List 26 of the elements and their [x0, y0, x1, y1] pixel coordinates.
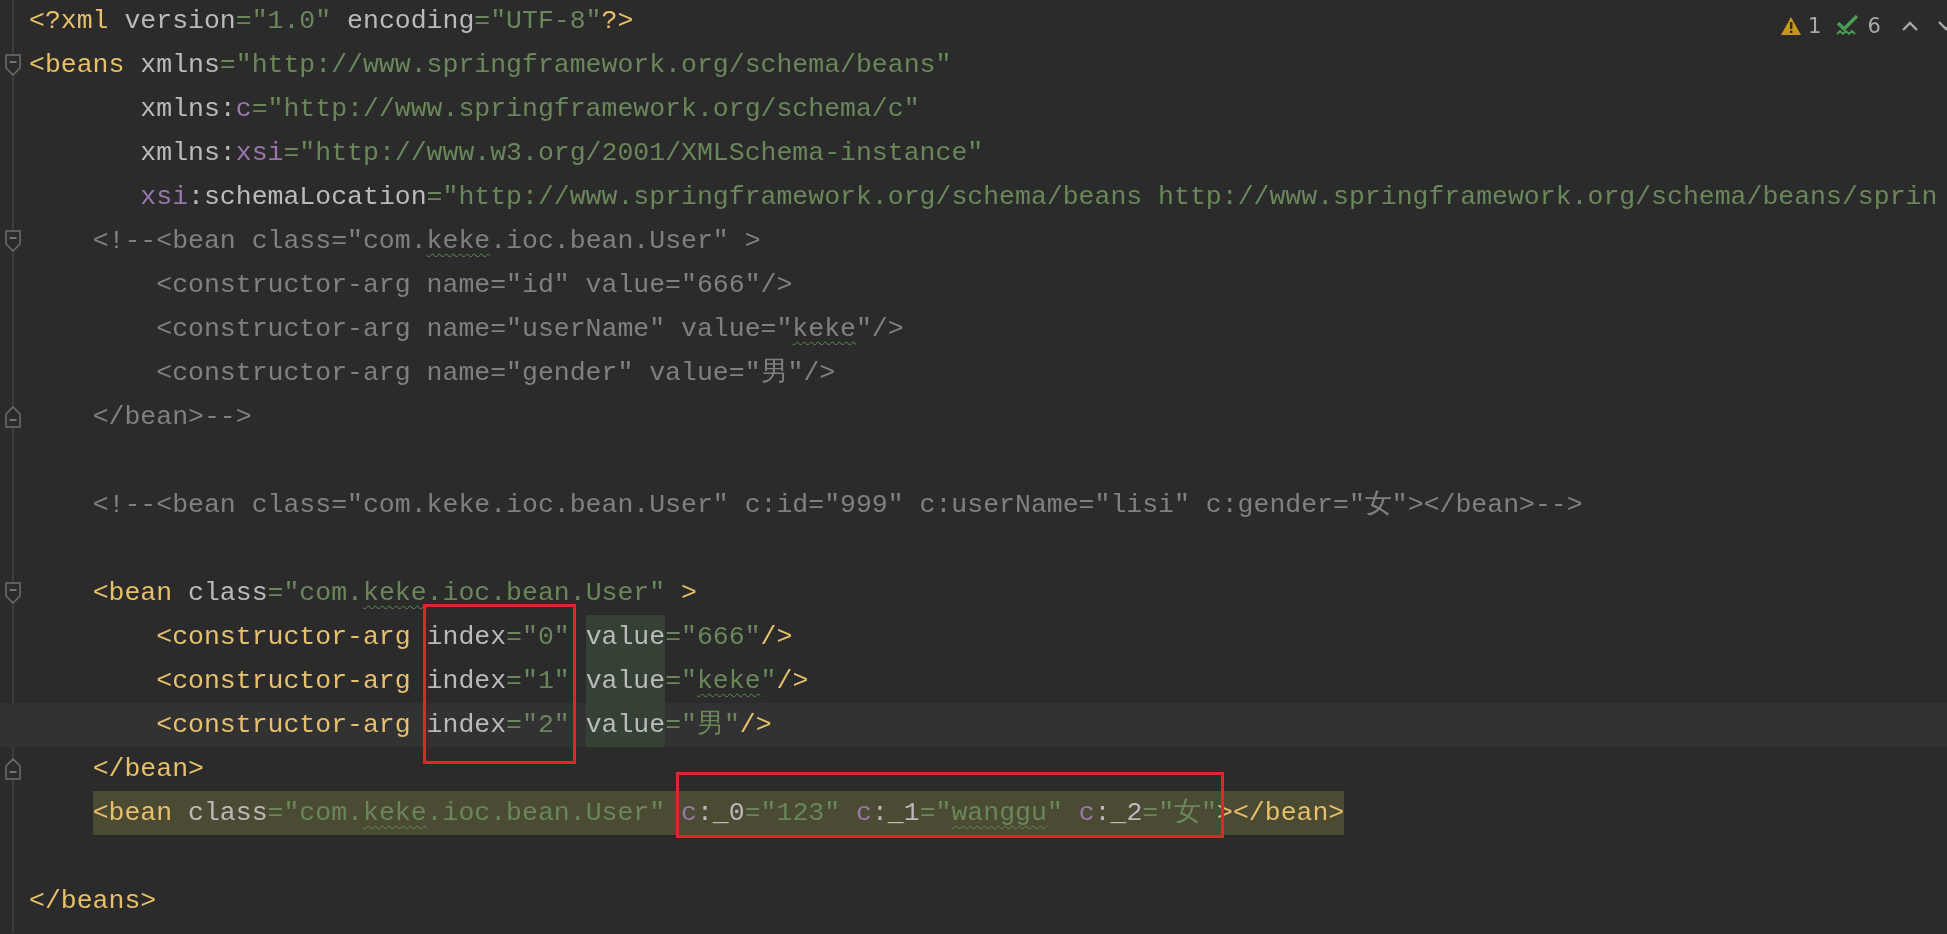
- code-line: </bean>: [92, 753, 204, 786]
- fold-icon[interactable]: [5, 582, 21, 604]
- code-line: <?xml version="1.0" encoding="UTF-8"?>: [29, 5, 634, 38]
- warning-icon[interactable]: [1780, 16, 1802, 36]
- code-line: <constructor-arg name="id" value="666"/>: [156, 269, 793, 302]
- fold-icon[interactable]: [5, 230, 21, 252]
- code-line: xsi:schemaLocation="http://www.springframework.org/schema/beans http://www.springframework.org/schema/beans/sprin: [140, 181, 1938, 214]
- chevron-up-icon[interactable]: [1900, 20, 1919, 32]
- warning-count: 1: [1808, 14, 1822, 38]
- code-line: <constructor-arg name="userName" value="keke"/>: [156, 313, 904, 346]
- code-line: </bean>-->: [92, 401, 252, 434]
- fold-icon[interactable]: [5, 54, 21, 76]
- code-line: xmlns:c="http://www.springframework.org/schema/c": [140, 93, 920, 126]
- code-line: <bean class="com.keke.ioc.bean.User" >: [92, 577, 697, 610]
- code-line: <!--<bean class="com.keke.ioc.bean.User" c:id="999" c:userName="lisi" c:gender="女"></bean>-->: [92, 489, 1583, 522]
- code-line: <constructor-arg name="gender" value="男"/>: [156, 357, 836, 390]
- code-line: <constructor-arg index="0" value="666"/>: [156, 615, 793, 659]
- fold-icon[interactable]: [5, 758, 21, 780]
- weak-warning-count: 6: [1867, 14, 1881, 38]
- code-line: <constructor-arg index="1" value="keke"/>: [156, 659, 809, 703]
- code-line: <beans xmlns="http://www.springframework.org/schema/beans": [29, 49, 952, 82]
- code-line: <!--<bean class="com.keke.ioc.bean.User" >: [92, 225, 761, 258]
- code-line: xmlns:xsi="http://www.w3.org/2001/XMLSchema-instance": [140, 137, 984, 170]
- code-line: </beans>: [29, 885, 157, 918]
- code-line: <constructor-arg index="2" value="男"/>: [156, 703, 772, 747]
- fold-icon[interactable]: [5, 406, 21, 428]
